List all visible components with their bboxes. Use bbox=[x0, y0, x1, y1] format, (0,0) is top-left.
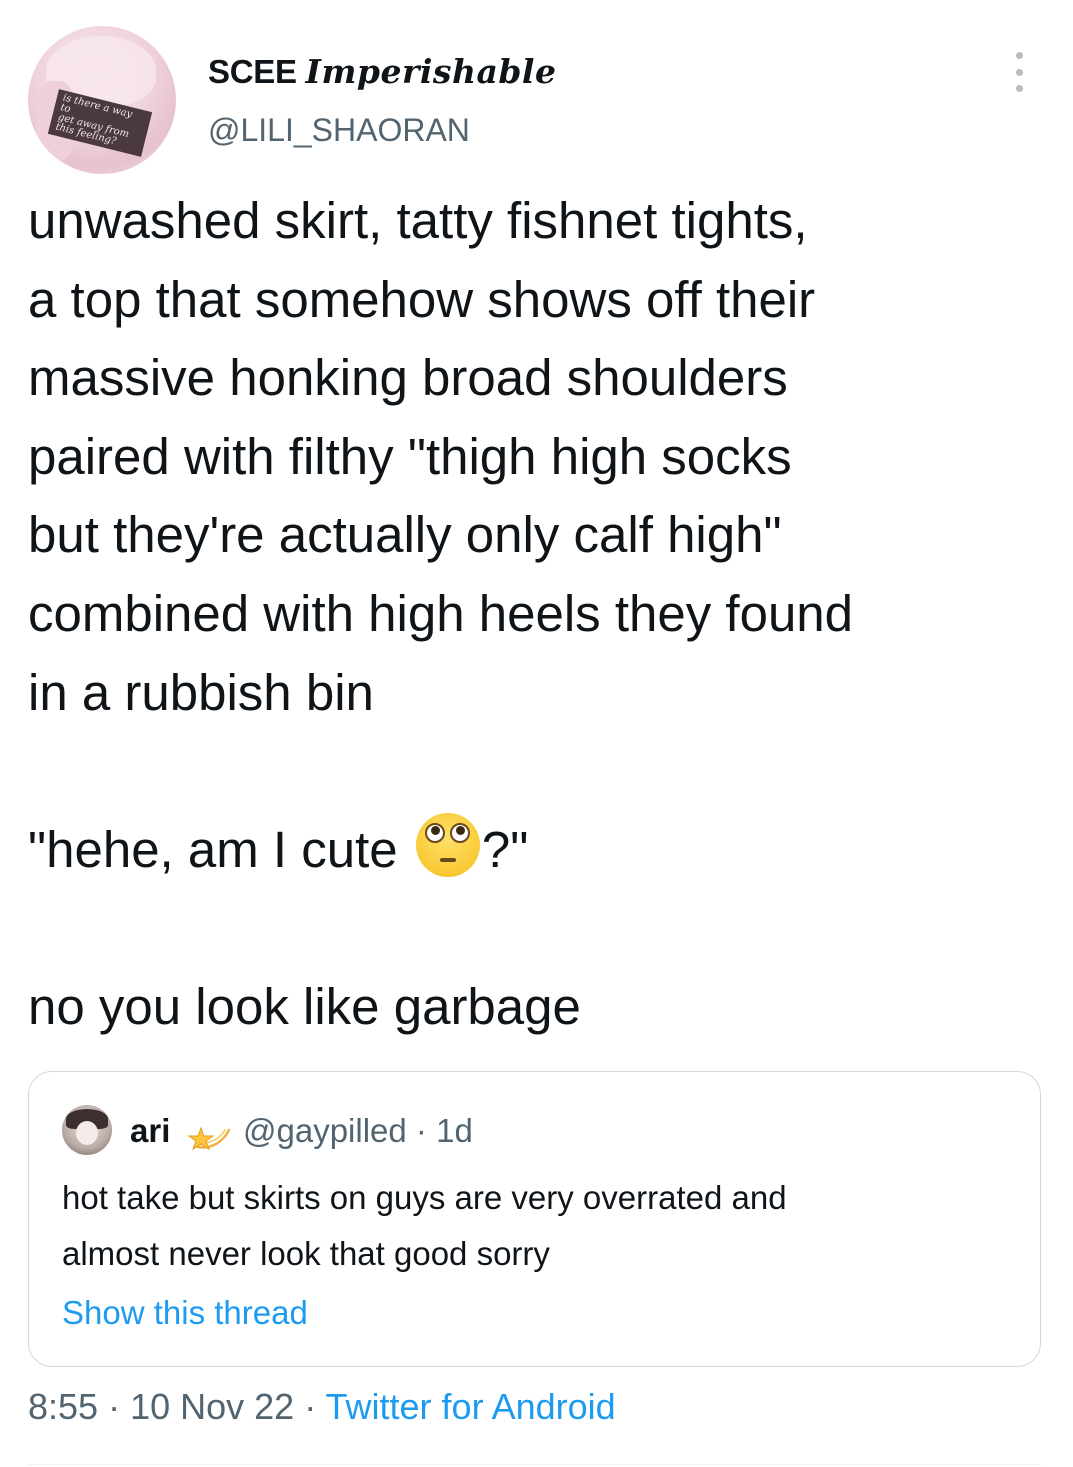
tweet-line: paired with filthy "thigh high socks bbox=[28, 427, 792, 485]
emoji-pupil bbox=[430, 825, 440, 835]
tweet-quote-text: "hehe, am I cute bbox=[28, 820, 412, 878]
display-name-fancy: Imperishable bbox=[305, 52, 557, 91]
quoted-tweet-text: hot take but skirts on guys are very ove… bbox=[62, 1170, 1022, 1282]
author-avatar[interactable]: is there a way to get away from this fee… bbox=[28, 26, 176, 174]
tweet-line: unwashed skirt, tatty fishnet tights, bbox=[28, 192, 808, 249]
emoji-mouth bbox=[439, 857, 456, 862]
avatar-face bbox=[76, 1121, 98, 1145]
display-name-plain: SCEE bbox=[208, 53, 297, 90]
tweet-line: a top that somehow shows off their bbox=[28, 270, 816, 328]
tweet-line: in a rubbish bin bbox=[28, 663, 374, 721]
tweet-meta: 8:55 · 10 Nov 22 · Twitter for Android bbox=[28, 1386, 616, 1428]
tweet-line: "hehe, am I cute ?" bbox=[28, 811, 1048, 890]
pleading-face-icon bbox=[415, 812, 480, 877]
quoted-author-name[interactable]: ari bbox=[130, 1112, 170, 1150]
show-thread-link[interactable]: Show this thread bbox=[62, 1294, 308, 1332]
meta-separator: · bbox=[294, 1386, 326, 1427]
tweet-line: but they're actually only calf high" bbox=[28, 506, 782, 564]
more-dot bbox=[1015, 68, 1023, 76]
more-dot bbox=[1015, 85, 1023, 92]
tweet: is there a way to get away from this fee… bbox=[0, 0, 1073, 1467]
quoted-tweet[interactable]: ari @gaypilled · 1d hot take but skirts … bbox=[28, 1071, 1041, 1367]
more-dot bbox=[1015, 52, 1023, 59]
tweet-date[interactable]: 10 Nov 22 bbox=[130, 1386, 294, 1427]
emoji-pupil bbox=[455, 825, 465, 835]
tweet-quote-end: ?" bbox=[481, 820, 529, 878]
tweet-line: no you look like garbage bbox=[28, 977, 581, 1035]
emoji-eye bbox=[449, 822, 470, 843]
tweet-body: unwashed skirt, tatty fishnet tights, a … bbox=[28, 182, 1048, 1047]
quoted-line: almost never look that good sorry bbox=[62, 1235, 550, 1272]
tweet-time[interactable]: 8:55 bbox=[28, 1386, 98, 1427]
tweet-line: combined with high heels they found bbox=[28, 584, 854, 642]
author-display-name[interactable]: SCEE Imperishable bbox=[208, 52, 556, 91]
quoted-author-avatar[interactable] bbox=[62, 1105, 112, 1155]
tweet-blank-line bbox=[28, 732, 1048, 811]
tweet-blank-line bbox=[28, 889, 1048, 968]
emoji-eye bbox=[424, 822, 445, 843]
quoted-line: hot take but skirts on guys are very ove… bbox=[62, 1179, 787, 1216]
quoted-handle-time[interactable]: @gaypilled · 1d bbox=[243, 1112, 473, 1150]
meta-separator: · bbox=[98, 1386, 131, 1427]
more-options-icon[interactable] bbox=[1004, 52, 1034, 92]
tweet-line: massive honking broad shoulders bbox=[28, 349, 788, 407]
divider bbox=[28, 1464, 1041, 1465]
tweet-source-link[interactable]: Twitter for Android bbox=[326, 1386, 616, 1427]
author-handle[interactable]: @LILI_SHAORAN bbox=[208, 112, 470, 149]
shooting-star-icon bbox=[187, 1126, 231, 1151]
